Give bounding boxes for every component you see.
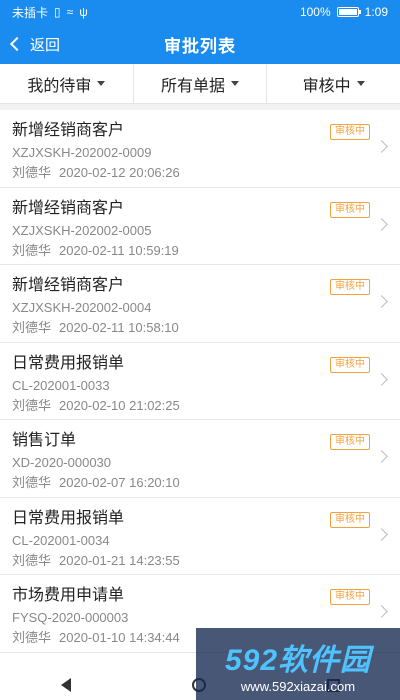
watermark-url: www.592xiazai.com — [240, 678, 356, 694]
status-badge: 审核中 — [330, 356, 370, 373]
item-meta: 刘德华 2020-02-10 21:02:25 — [12, 396, 388, 416]
filter-bar: 我的待审 所有单据 审核中 — [0, 64, 400, 104]
nav-bar: 返回 审批列表 — [0, 24, 400, 64]
status-badge: 审核中 — [330, 124, 370, 140]
list-item[interactable]: 日常费用报销单 CL-202001-0033 刘德华 2020-02-10 21:… — [0, 343, 400, 420]
item-user: 刘德华 — [12, 320, 52, 335]
status-bar: 未插卡 ▯ ≈ ψ 100% 1:09 — [0, 0, 400, 24]
status-left: 未插卡 ▯ ≈ ψ — [12, 4, 88, 21]
status-badge: 审核中 — [330, 589, 370, 605]
filter-my-pending[interactable]: 我的待审 — [0, 64, 134, 103]
item-code: XZJXSKH-202002-0004 — [12, 300, 152, 315]
item-meta: 刘德华 2020-02-11 10:59:19 — [12, 241, 388, 261]
battery-fill — [338, 9, 357, 15]
back-label: 返回 — [30, 36, 61, 54]
watermark: 592软件园 www.592xiazai.com — [196, 628, 400, 700]
back-triangle-icon[interactable] — [60, 678, 71, 692]
item-user: 刘德华 — [12, 630, 52, 645]
item-code: CL-202001-0034 — [12, 532, 110, 548]
item-datetime: 2020-02-12 20:06:26 — [59, 165, 180, 180]
item-user: 刘德华 — [12, 242, 52, 258]
back-button[interactable]: 返回 — [9, 24, 61, 64]
page-title: 审批列表 — [164, 36, 236, 56]
sim-icon: ▯ — [54, 5, 61, 19]
wifi-icon: ≈ — [66, 5, 74, 19]
battery-icon — [336, 7, 361, 17]
item-user: 刘德华 — [12, 475, 52, 490]
caret-down-icon — [97, 81, 106, 86]
filter-label: 所有单据 — [161, 77, 226, 95]
item-datetime: 2020-01-10 14:34:44 — [59, 630, 180, 645]
carrier-text: 未插卡 — [12, 5, 49, 20]
clock: 1:09 — [364, 5, 388, 19]
item-datetime: 2020-01-21 14:23:55 — [59, 552, 180, 568]
approval-list[interactable]: 新增经销商客户 XZJXSKH-202002-0009 刘德华 2020-02-1… — [0, 110, 400, 670]
item-user: 刘德华 — [12, 165, 52, 180]
item-user: 刘德华 — [12, 397, 52, 413]
list-item[interactable]: 新增经销商客户 XZJXSKH-202002-0004 刘德华 2020-02-1… — [0, 265, 400, 343]
item-code: XD-2020-000030 — [12, 455, 112, 470]
item-meta: 刘德华 2020-01-21 14:23:55 — [12, 551, 388, 571]
status-badge: 审核中 — [330, 201, 370, 218]
status-badge: 审核中 — [330, 279, 370, 295]
item-code: FYSQ-2020-000003 — [12, 610, 129, 625]
item-datetime: 2020-02-07 16:20:10 — [59, 475, 180, 490]
watermark-brand: 592软件园 — [224, 643, 372, 677]
item-code: XZJXSKH-202002-0009 — [12, 145, 152, 160]
status-badge: 审核中 — [330, 511, 370, 528]
filter-all-documents[interactable]: 所有单据 — [134, 64, 268, 103]
list-item[interactable]: 日常费用报销单 CL-202001-0034 刘德华 2020-01-21 14:… — [0, 498, 400, 575]
item-datetime: 2020-02-10 21:02:25 — [59, 397, 180, 413]
item-datetime: 2020-02-11 10:59:19 — [59, 242, 179, 258]
battery-percent: 100% — [299, 5, 331, 19]
item-meta: 刘德华 2020-02-12 20:06:26 — [12, 163, 388, 183]
status-right: 100% 1:09 — [300, 5, 388, 19]
filter-label: 我的待审 — [27, 77, 92, 95]
list-item[interactable]: 新增经销商客户 XZJXSKH-202002-0009 刘德华 2020-02-1… — [0, 110, 400, 188]
item-code: XZJXSKH-202002-0005 — [12, 222, 152, 238]
chevron-left-icon — [9, 36, 25, 52]
caret-down-icon — [231, 81, 240, 86]
item-meta: 刘德华 2020-02-11 10:58:10 — [12, 318, 388, 338]
filter-label: 审核中 — [302, 77, 351, 95]
item-meta: 刘德华 2020-02-07 16:20:10 — [12, 473, 388, 493]
status-badge: 审核中 — [330, 434, 370, 450]
item-user: 刘德华 — [12, 552, 52, 568]
list-item[interactable]: 销售订单 XD-2020-000030 刘德华 2020-02-07 16:20:… — [0, 420, 400, 498]
item-datetime: 2020-02-11 10:58:10 — [59, 320, 179, 335]
filter-status[interactable]: 审核中 — [267, 64, 400, 103]
item-code: CL-202001-0033 — [12, 377, 110, 393]
list-item[interactable]: 新增经销商客户 XZJXSKH-202002-0005 刘德华 2020-02-1… — [0, 188, 400, 265]
usb-icon: ψ — [79, 5, 88, 19]
caret-down-icon — [356, 81, 365, 86]
